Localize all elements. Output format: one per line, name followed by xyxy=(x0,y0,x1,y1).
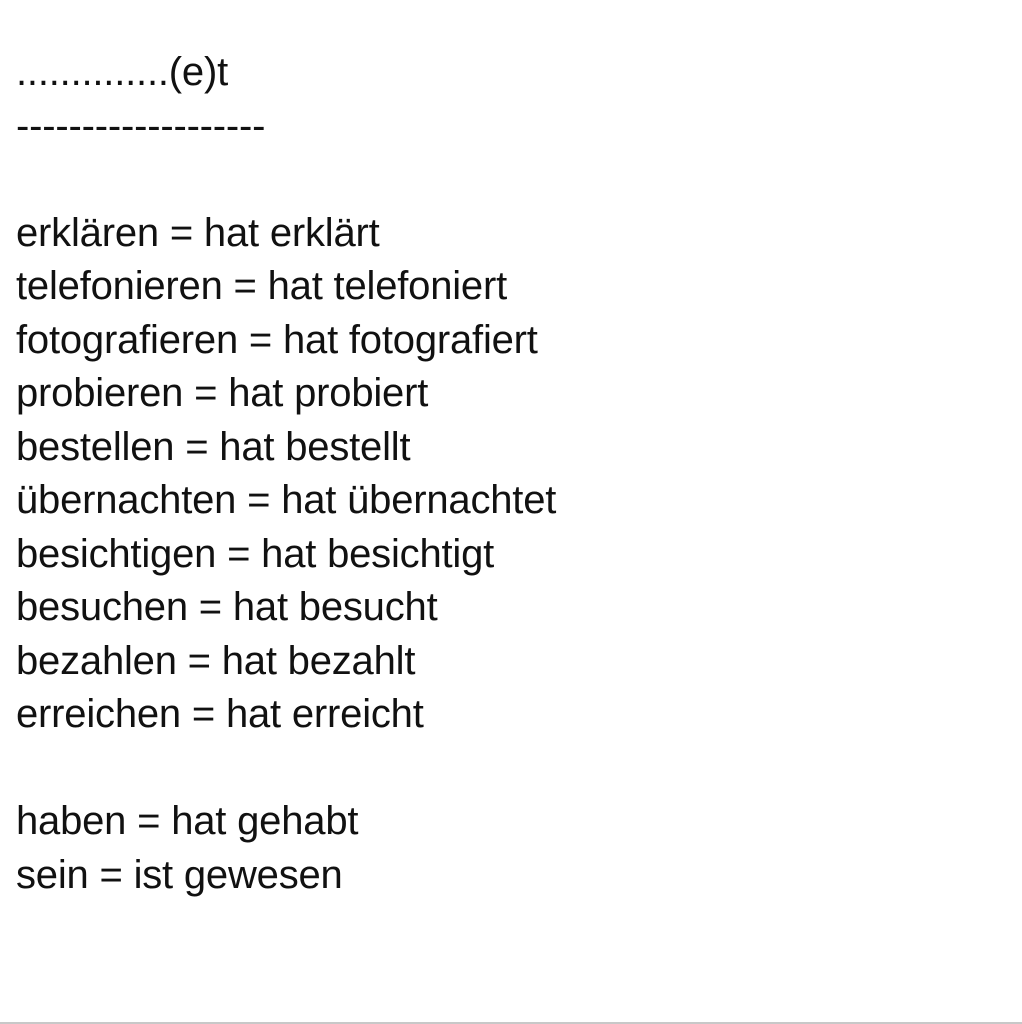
note-separator-line: ------------------- xyxy=(16,103,266,148)
verb-line: bestellen = hat bestellt xyxy=(16,424,411,469)
irregular-verb-line: haben = hat gehabt xyxy=(16,799,359,843)
verb-line: erklären = hat erklärt xyxy=(16,210,380,255)
irregular-verb-line: sein = ist gewesen xyxy=(16,852,343,897)
note-text-body[interactable]: ..............(e)t ------------------- e… xyxy=(16,46,1006,902)
verb-line: bezahlen = hat bezahlt xyxy=(16,638,416,683)
note-header-line: ..............(e)t xyxy=(16,50,228,94)
verb-line: telefonieren = hat telefoniert xyxy=(16,264,508,308)
verb-line: übernachten = hat übernachtet xyxy=(16,478,557,522)
verb-line: fotografieren = hat fotografiert xyxy=(16,317,538,362)
verb-line: probieren = hat probiert xyxy=(16,371,429,415)
verb-line: besichtigen = hat besichtigt xyxy=(16,531,495,576)
verb-line: besuchen = hat besucht xyxy=(16,585,438,629)
verb-line: erreichen = hat erreicht xyxy=(16,692,424,736)
